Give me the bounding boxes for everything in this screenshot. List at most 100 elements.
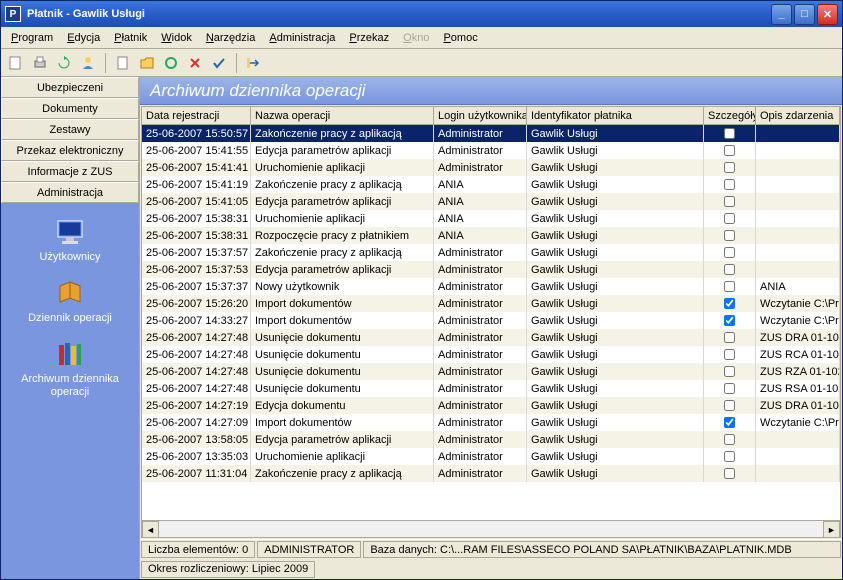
details-checkbox[interactable] xyxy=(724,332,735,343)
table-row[interactable]: 25-06-2007 15:41:19Zakończenie pracy z a… xyxy=(142,176,840,193)
minimize-button[interactable]: _ xyxy=(771,4,792,25)
status-period: Okres rozliczeniowy: Lipiec 2009 xyxy=(141,561,315,578)
tool-print-icon[interactable] xyxy=(29,52,51,74)
sidebar-button[interactable]: Dokumenty xyxy=(1,98,139,119)
details-checkbox[interactable] xyxy=(724,417,735,428)
details-checkbox[interactable] xyxy=(724,179,735,190)
cell-desc: ZUS RZA 01-102001 xyxy=(756,363,840,380)
cell: 25-06-2007 15:38:31 xyxy=(142,227,251,244)
table-row[interactable]: 25-06-2007 14:27:19Edycja dokumentuAdmin… xyxy=(142,397,840,414)
details-checkbox[interactable] xyxy=(724,468,735,479)
details-checkbox[interactable] xyxy=(724,349,735,360)
table-row[interactable]: 25-06-2007 15:37:57Zakończenie pracy z a… xyxy=(142,244,840,261)
table-row[interactable]: 25-06-2007 15:38:31Uruchomienie aplikacj… xyxy=(142,210,840,227)
sidebar-button[interactable]: Przekaz elektroniczny xyxy=(1,140,139,161)
column-header-login[interactable]: Login użytkownika xyxy=(434,107,527,124)
table-row[interactable]: 25-06-2007 15:41:55Edycja parametrów apl… xyxy=(142,142,840,159)
column-header-operation[interactable]: Nazwa operacji xyxy=(251,107,434,124)
table-row[interactable]: 25-06-2007 14:33:27Import dokumentówAdmi… xyxy=(142,312,840,329)
cell-desc xyxy=(756,261,840,278)
sidebar-item-archive[interactable]: Archiwum dziennika operacji xyxy=(1,335,139,403)
details-checkbox[interactable] xyxy=(724,247,735,258)
close-button[interactable]: ✕ xyxy=(817,4,838,25)
tool-send-icon[interactable] xyxy=(243,52,265,74)
tool-refresh-icon[interactable] xyxy=(53,52,75,74)
sidebar-item-users[interactable]: Użytkownicy xyxy=(1,213,139,268)
table-row[interactable]: 25-06-2007 14:27:48Usunięcie dokumentuAd… xyxy=(142,363,840,380)
sidebar-button[interactable]: Ubezpieczeni xyxy=(1,77,139,98)
table-row[interactable]: 25-06-2007 11:31:04Zakończenie pracy z a… xyxy=(142,465,840,482)
menu-płatnik[interactable]: Płatnik xyxy=(108,30,153,46)
details-checkbox[interactable] xyxy=(724,264,735,275)
cell: Gawlik Usługi xyxy=(527,125,704,142)
sidebar-button[interactable]: Informacje z ZUS xyxy=(1,161,139,182)
menu-pomoc[interactable]: Pomoc xyxy=(437,30,483,46)
cell: Gawlik Usługi xyxy=(527,312,704,329)
tool-doc-icon[interactable] xyxy=(112,52,134,74)
details-checkbox[interactable] xyxy=(724,383,735,394)
details-checkbox[interactable] xyxy=(724,298,735,309)
menu-administracja[interactable]: Administracja xyxy=(263,30,341,46)
details-checkbox[interactable] xyxy=(724,128,735,139)
menu-widok[interactable]: Widok xyxy=(155,30,198,46)
details-checkbox[interactable] xyxy=(724,213,735,224)
column-header-date[interactable]: Data rejestracji xyxy=(142,107,251,124)
tool-new-icon[interactable] xyxy=(5,52,27,74)
tool-check-icon[interactable] xyxy=(208,52,230,74)
column-header-desc[interactable]: Opis zdarzenia xyxy=(756,107,840,124)
column-header-details[interactable]: Szczegóły xyxy=(704,107,756,124)
cell: Gawlik Usługi xyxy=(527,193,704,210)
menu-edycja[interactable]: Edycja xyxy=(61,30,106,46)
details-checkbox[interactable] xyxy=(724,281,735,292)
cell: 25-06-2007 15:37:53 xyxy=(142,261,251,278)
details-checkbox[interactable] xyxy=(724,451,735,462)
details-checkbox[interactable] xyxy=(724,230,735,241)
table-row[interactable]: 25-06-2007 13:58:05Edycja parametrów apl… xyxy=(142,431,840,448)
details-checkbox[interactable] xyxy=(724,434,735,445)
table-row[interactable]: 25-06-2007 14:27:09Import dokumentówAdmi… xyxy=(142,414,840,431)
menu-program[interactable]: Program xyxy=(5,30,59,46)
cell: 25-06-2007 15:37:37 xyxy=(142,278,251,295)
cell-details xyxy=(704,431,756,448)
table-row[interactable]: 25-06-2007 15:37:53Edycja parametrów apl… xyxy=(142,261,840,278)
scroll-track[interactable] xyxy=(159,521,823,537)
tool-cycle-icon[interactable] xyxy=(160,52,182,74)
horizontal-scrollbar[interactable]: ◄ ► xyxy=(142,520,840,537)
table-row[interactable]: 25-06-2007 15:37:37Nowy użytkownikAdmini… xyxy=(142,278,840,295)
details-checkbox[interactable] xyxy=(724,162,735,173)
maximize-button[interactable]: □ xyxy=(794,4,815,25)
table-row[interactable]: 25-06-2007 15:26:20Import dokumentówAdmi… xyxy=(142,295,840,312)
table-row[interactable]: 25-06-2007 15:41:41Uruchomienie aplikacj… xyxy=(142,159,840,176)
table-row[interactable]: 25-06-2007 15:38:31Rozpoczęcie pracy z p… xyxy=(142,227,840,244)
app-window: P Płatnik - Gawlik Usługi _ □ ✕ ProgramE… xyxy=(0,0,843,580)
scroll-left-arrow[interactable]: ◄ xyxy=(142,521,159,538)
table-row[interactable]: 25-06-2007 14:27:48Usunięcie dokumentuAd… xyxy=(142,380,840,397)
sidebar-item-log[interactable]: Dziennik operacji xyxy=(1,274,139,329)
menu-narzędzia[interactable]: Narzędzia xyxy=(200,30,262,46)
table-row[interactable]: 25-06-2007 15:50:57Zakończenie pracy z a… xyxy=(142,125,840,142)
details-checkbox[interactable] xyxy=(724,366,735,377)
column-header-payer[interactable]: Identyfikator płatnika xyxy=(527,107,704,124)
table-row[interactable]: 25-06-2007 15:41:05Edycja parametrów apl… xyxy=(142,193,840,210)
table-row[interactable]: 25-06-2007 13:35:03Uruchomienie aplikacj… xyxy=(142,448,840,465)
cell: Gawlik Usługi xyxy=(527,431,704,448)
details-checkbox[interactable] xyxy=(724,400,735,411)
details-checkbox[interactable] xyxy=(724,145,735,156)
table-row[interactable]: 25-06-2007 14:27:48Usunięcie dokumentuAd… xyxy=(142,329,840,346)
details-checkbox[interactable] xyxy=(724,315,735,326)
cell: Uruchomienie aplikacji xyxy=(251,448,434,465)
cell-desc xyxy=(756,125,840,142)
table-row[interactable]: 25-06-2007 14:27:48Usunięcie dokumentuAd… xyxy=(142,346,840,363)
cell: ANIA xyxy=(434,227,527,244)
sidebar-button[interactable]: Zestawy xyxy=(1,119,139,140)
tool-user-icon[interactable] xyxy=(77,52,99,74)
books-icon xyxy=(54,339,86,371)
scroll-right-arrow[interactable]: ► xyxy=(823,521,840,538)
cell-details xyxy=(704,312,756,329)
cell-details xyxy=(704,142,756,159)
details-checkbox[interactable] xyxy=(724,196,735,207)
menu-przekaz[interactable]: Przekaz xyxy=(343,30,395,46)
tool-delete-icon[interactable] xyxy=(184,52,206,74)
sidebar-button[interactable]: Administracja xyxy=(1,182,139,203)
tool-open-icon[interactable] xyxy=(136,52,158,74)
